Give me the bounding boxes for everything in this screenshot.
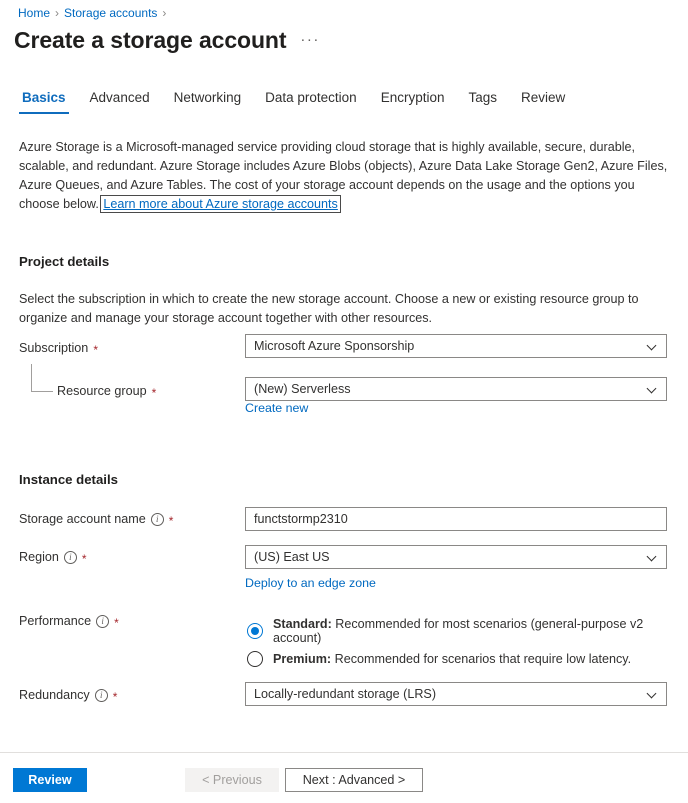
tab-basics[interactable]: Basics xyxy=(10,88,78,114)
resource-group-value: (New) Serverless xyxy=(254,382,351,396)
performance-required-marker: * xyxy=(114,618,119,628)
project-details-description: Select the subscription in which to crea… xyxy=(19,290,667,328)
subscription-required-marker: * xyxy=(93,345,98,355)
breadcrumb: Home › Storage accounts › xyxy=(18,5,166,21)
storage-account-name-input[interactable]: functstormp2310 xyxy=(245,507,667,531)
region-value: (US) East US xyxy=(254,550,330,564)
subscription-value: Microsoft Azure Sponsorship xyxy=(254,339,414,353)
tab-advanced[interactable]: Advanced xyxy=(78,88,162,114)
storage-account-name-label: Storage account name i * xyxy=(19,512,173,526)
chevron-down-icon xyxy=(648,341,658,351)
info-icon[interactable]: i xyxy=(95,689,108,702)
region-dropdown[interactable]: (US) East US xyxy=(245,545,667,569)
chevron-down-icon xyxy=(648,552,658,562)
resource-group-required-marker: * xyxy=(152,388,157,398)
storage-account-name-label-text: Storage account name xyxy=(19,512,146,526)
create-new-resource-group-link[interactable]: Create new xyxy=(245,401,308,415)
deploy-to-edge-zone-link[interactable]: Deploy to an edge zone xyxy=(245,576,376,590)
project-details-heading: Project details xyxy=(19,254,109,269)
subscription-label-text: Subscription xyxy=(19,341,88,355)
resource-group-dropdown[interactable]: (New) Serverless xyxy=(245,377,667,401)
region-required-marker: * xyxy=(82,554,87,564)
review-button[interactable]: Review xyxy=(13,768,87,792)
tab-data-protection[interactable]: Data protection xyxy=(253,88,369,114)
redundancy-label: Redundancy i * xyxy=(19,688,117,702)
subscription-dropdown[interactable]: Microsoft Azure Sponsorship xyxy=(245,334,667,358)
info-icon[interactable]: i xyxy=(96,615,109,628)
region-label: Region i * xyxy=(19,550,87,564)
footer-divider xyxy=(0,752,688,753)
subscription-label: Subscription * xyxy=(19,341,98,355)
region-label-text: Region xyxy=(19,550,59,564)
tab-encryption[interactable]: Encryption xyxy=(369,88,457,114)
chevron-down-icon xyxy=(648,689,658,699)
redundancy-dropdown[interactable]: Locally-redundant storage (LRS) xyxy=(245,682,667,706)
resource-group-tree-connector xyxy=(31,364,53,392)
performance-label: Performance i * xyxy=(19,614,119,628)
resource-group-label: Resource group * xyxy=(57,384,156,398)
chevron-down-icon xyxy=(648,384,658,394)
tab-bar: Basics Advanced Networking Data protecti… xyxy=(10,88,577,114)
learn-more-link[interactable]: Learn more about Azure storage accounts xyxy=(102,197,339,211)
breadcrumb-separator-icon-2: › xyxy=(162,5,166,21)
page-title: Create a storage account xyxy=(14,25,286,55)
performance-option-premium[interactable]: Premium: Recommended for scenarios that … xyxy=(247,651,631,667)
title-row: Create a storage account ··· xyxy=(14,25,320,55)
performance-premium-bold: Premium: xyxy=(273,652,331,666)
radio-premium-icon[interactable] xyxy=(247,651,263,667)
tab-tags[interactable]: Tags xyxy=(456,88,509,114)
tab-networking[interactable]: Networking xyxy=(162,88,254,114)
info-icon[interactable]: i xyxy=(64,551,77,564)
performance-standard-bold: Standard: xyxy=(273,617,332,631)
more-options-icon[interactable]: ··· xyxy=(300,32,320,47)
next-advanced-button[interactable]: Next : Advanced > xyxy=(285,768,423,792)
performance-label-text: Performance xyxy=(19,614,91,628)
performance-premium-label: Premium: Recommended for scenarios that … xyxy=(273,652,631,666)
storage-account-name-required-marker: * xyxy=(169,516,174,526)
performance-standard-label: Standard: Recommended for most scenarios… xyxy=(273,617,688,645)
performance-premium-text: Recommended for scenarios that require l… xyxy=(331,652,631,666)
breadcrumb-item-storage-accounts[interactable]: Storage accounts xyxy=(64,5,157,21)
breadcrumb-item-home[interactable]: Home xyxy=(18,5,50,21)
create-storage-account-page: Home › Storage accounts › Create a stora… xyxy=(0,0,688,803)
resource-group-label-text: Resource group xyxy=(57,384,147,398)
tab-review[interactable]: Review xyxy=(509,88,577,114)
info-icon[interactable]: i xyxy=(151,513,164,526)
previous-button: < Previous xyxy=(185,768,279,792)
intro-paragraph: Azure Storage is a Microsoft-managed ser… xyxy=(19,138,671,214)
radio-standard-icon[interactable] xyxy=(247,623,263,639)
performance-option-standard[interactable]: Standard: Recommended for most scenarios… xyxy=(247,617,688,645)
redundancy-required-marker: * xyxy=(113,692,118,702)
redundancy-label-text: Redundancy xyxy=(19,688,90,702)
redundancy-value: Locally-redundant storage (LRS) xyxy=(254,687,436,701)
instance-details-heading: Instance details xyxy=(19,472,118,487)
storage-account-name-value: functstormp2310 xyxy=(254,512,348,526)
breadcrumb-separator-icon: › xyxy=(55,5,59,21)
